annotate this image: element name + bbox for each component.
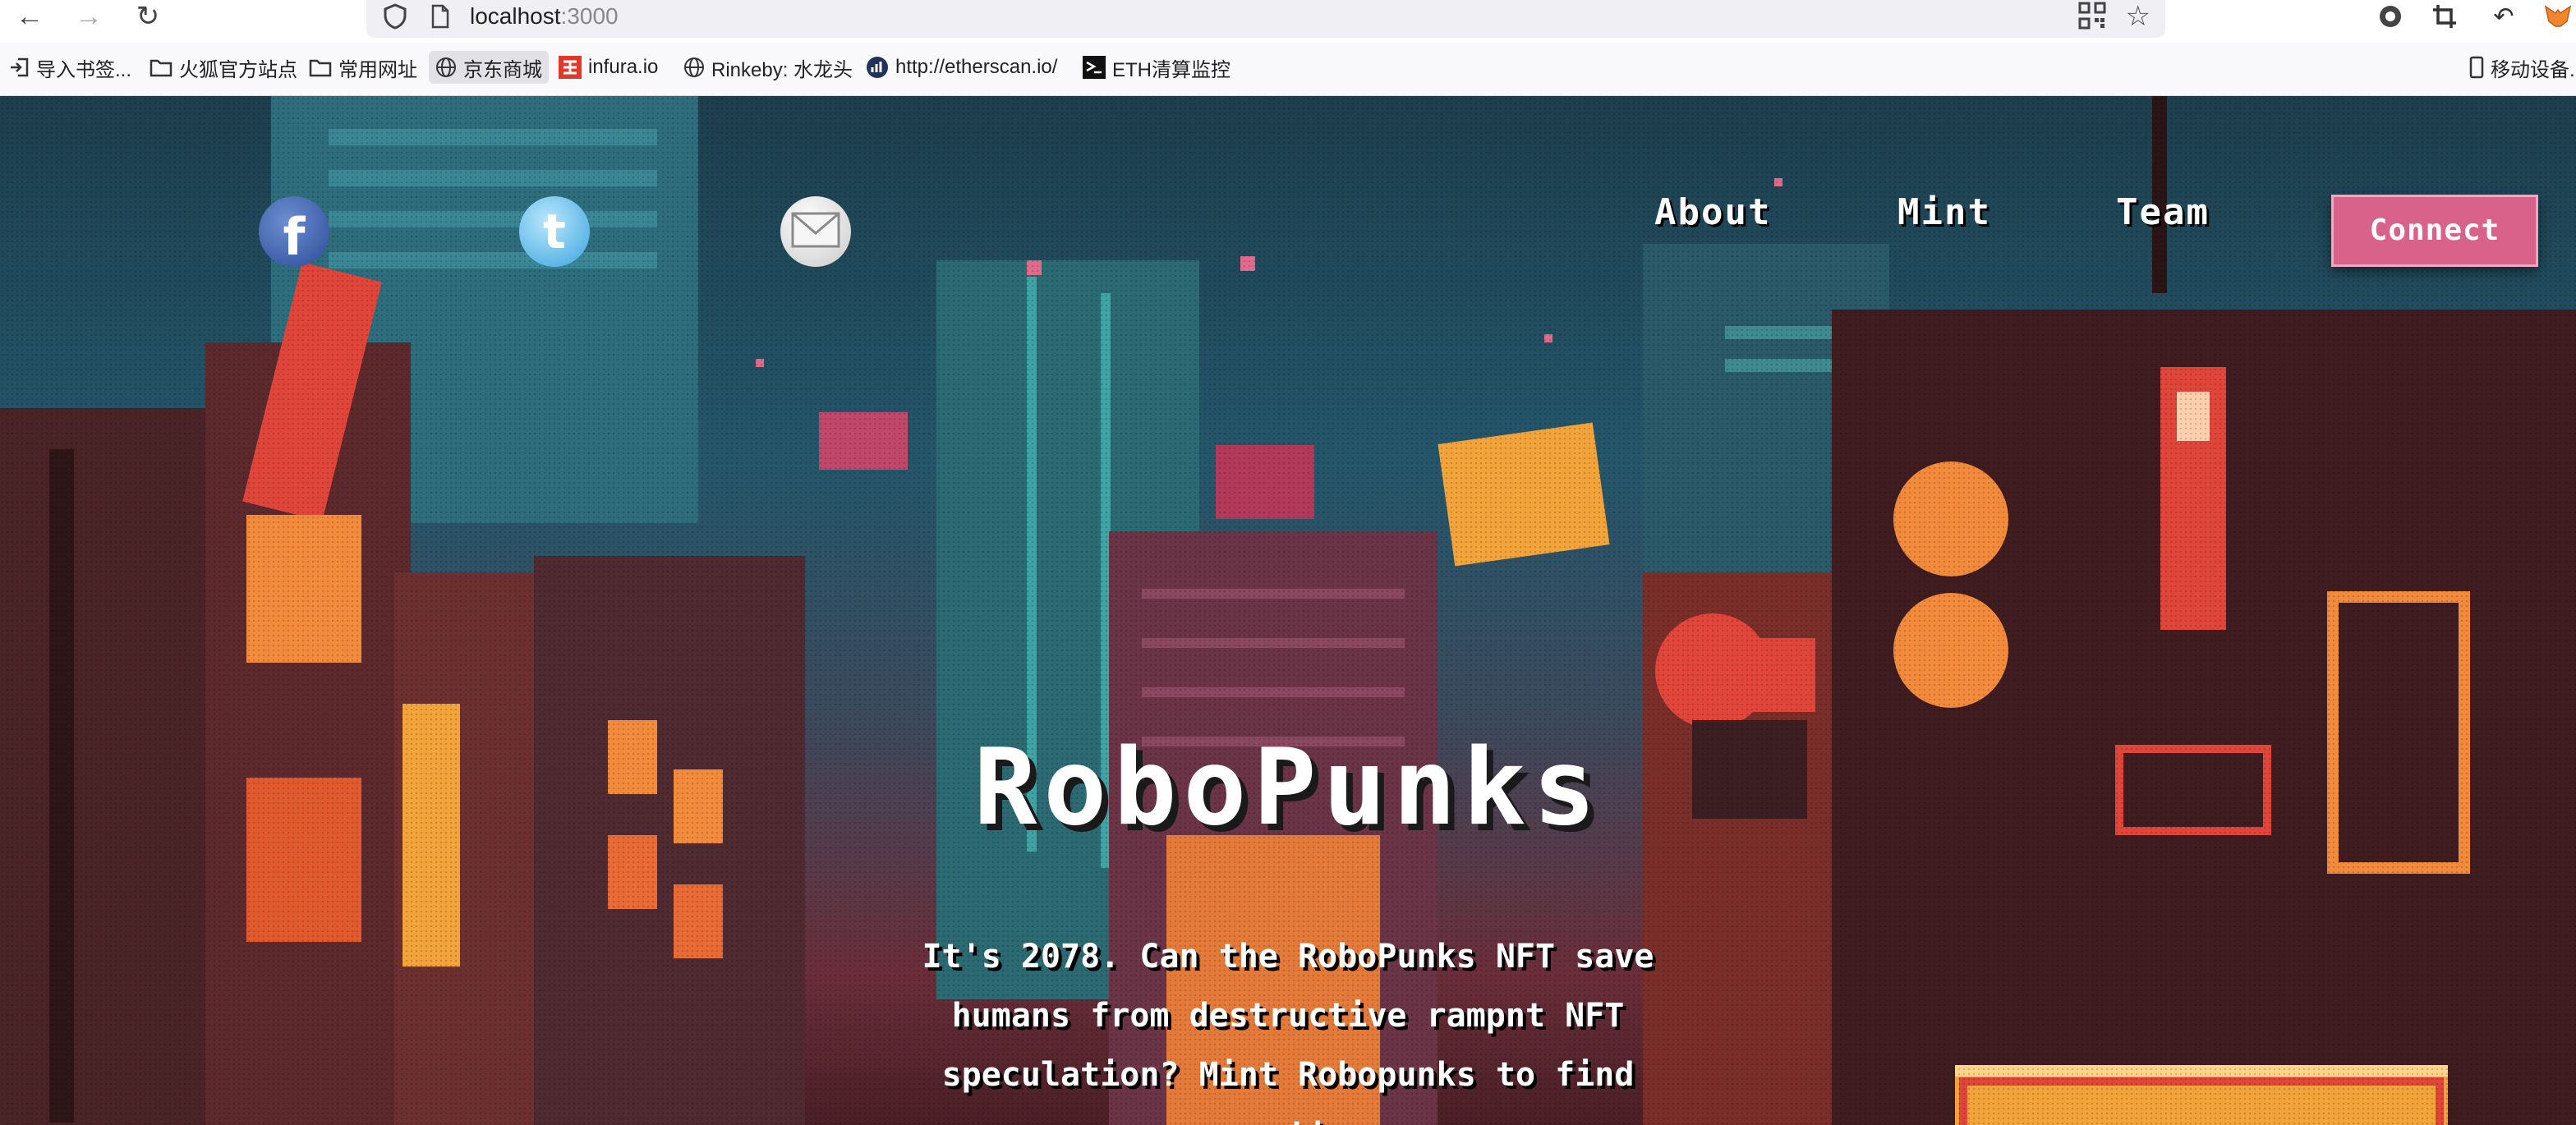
hero-description-line: It's 2078. Can the RoboPunks NFT save	[922, 938, 1654, 976]
hero-description-line: speculation? Mint Robopunks to find out!	[941, 1056, 1635, 1125]
bookmark-label: 导入书签...	[36, 58, 132, 81]
arrow-right-icon: →	[75, 0, 103, 32]
bookmark-label: 京东商城	[463, 58, 542, 81]
facebook-icon: f	[283, 207, 306, 267]
bookmark-label: 移动设备...	[2491, 58, 2576, 81]
import-icon	[8, 57, 30, 78]
shield-icon	[383, 0, 407, 33]
bookmark-common-sites[interactable]: 常用网址	[309, 51, 417, 84]
extension-icon[interactable]	[2372, 0, 2408, 33]
address-bar[interactable]: localhost:3000 ☆	[366, 0, 2165, 38]
etherscan-icon	[866, 56, 889, 79]
infura-icon	[559, 56, 582, 79]
back-button[interactable]: ←	[5, 0, 54, 33]
hero-title: RoboPunks	[973, 727, 1603, 849]
connect-wallet-button[interactable]: Connect	[2331, 195, 2538, 267]
forward-button[interactable]: →	[64, 0, 113, 33]
page-icon	[430, 0, 450, 33]
nav-about[interactable]: About	[1654, 188, 1771, 237]
bookmark-etherscan[interactable]: http://etherscan.io/	[866, 51, 1057, 84]
bookmark-jd[interactable]: 京东商城	[429, 51, 549, 84]
folder-icon	[150, 57, 172, 77]
nav-mint[interactable]: Mint	[1898, 188, 1991, 237]
hero-description: It's 2078. Can the RoboPunks NFT save hu…	[904, 927, 1672, 1125]
qr-code-icon[interactable]	[2078, 2, 2106, 34]
twitter-icon: t	[543, 204, 566, 259]
bookmark-label: Rinkeby: 水龙头	[711, 58, 853, 81]
bookmarks-bar: 导入书签... 火狐官方站点 常用网址 京东商城 infura.io Rinke…	[0, 43, 2576, 96]
bookmark-label: 火狐官方站点	[179, 58, 297, 81]
folder-icon	[309, 57, 332, 77]
bookmark-label: http://etherscan.io/	[895, 56, 1058, 78]
bookmark-firefox-sites[interactable]: 火狐官方站点	[150, 51, 297, 84]
bookmark-eth-liquidation[interactable]: ETH清算监控	[1083, 51, 1230, 84]
facebook-link[interactable]: f	[259, 196, 329, 267]
url-host: localhost	[470, 3, 561, 29]
mail-icon	[791, 212, 840, 252]
bookmark-label: 常用网址	[338, 58, 417, 81]
bookmark-label: ETH清算监控	[1112, 58, 1230, 81]
url-port: :3000	[560, 3, 619, 29]
undo-icon[interactable]: ↶	[2486, 0, 2522, 33]
bookmark-infura[interactable]: infura.io	[559, 51, 658, 84]
globe-icon	[435, 57, 457, 78]
twitter-link[interactable]: t	[519, 196, 590, 267]
reload-icon: ↻	[136, 1, 160, 32]
arrow-left-icon: ←	[16, 0, 44, 32]
url-text[interactable]: localhost:3000	[470, 0, 619, 33]
bookmark-label: infura.io	[588, 56, 659, 78]
terminal-icon	[1083, 56, 1106, 79]
crop-icon[interactable]	[2426, 0, 2463, 33]
bookmark-mobile[interactable]: 移动设备...	[2469, 51, 2576, 84]
bookmark-rinkeby[interactable]: Rinkeby: 水龙头	[683, 51, 853, 84]
hero-description-line: humans from destructive rampnt NFT	[951, 997, 1625, 1035]
mobile-device-icon	[2469, 56, 2484, 79]
browser-toolbar: ← → ↻ localhost:3000 ☆ ↶	[0, 0, 2576, 43]
robopunks-page: f t About Mint Team Connect RoboPunks It…	[0, 96, 2576, 1125]
email-link[interactable]	[780, 196, 851, 267]
metamask-icon[interactable]	[2540, 0, 2576, 33]
bookmark-import[interactable]: 导入书签...	[8, 51, 131, 84]
nav-team[interactable]: Team	[2116, 188, 2210, 237]
bookmark-star-icon[interactable]: ☆	[2126, 0, 2150, 33]
reload-button[interactable]: ↻	[123, 0, 172, 33]
globe-icon	[683, 57, 705, 78]
